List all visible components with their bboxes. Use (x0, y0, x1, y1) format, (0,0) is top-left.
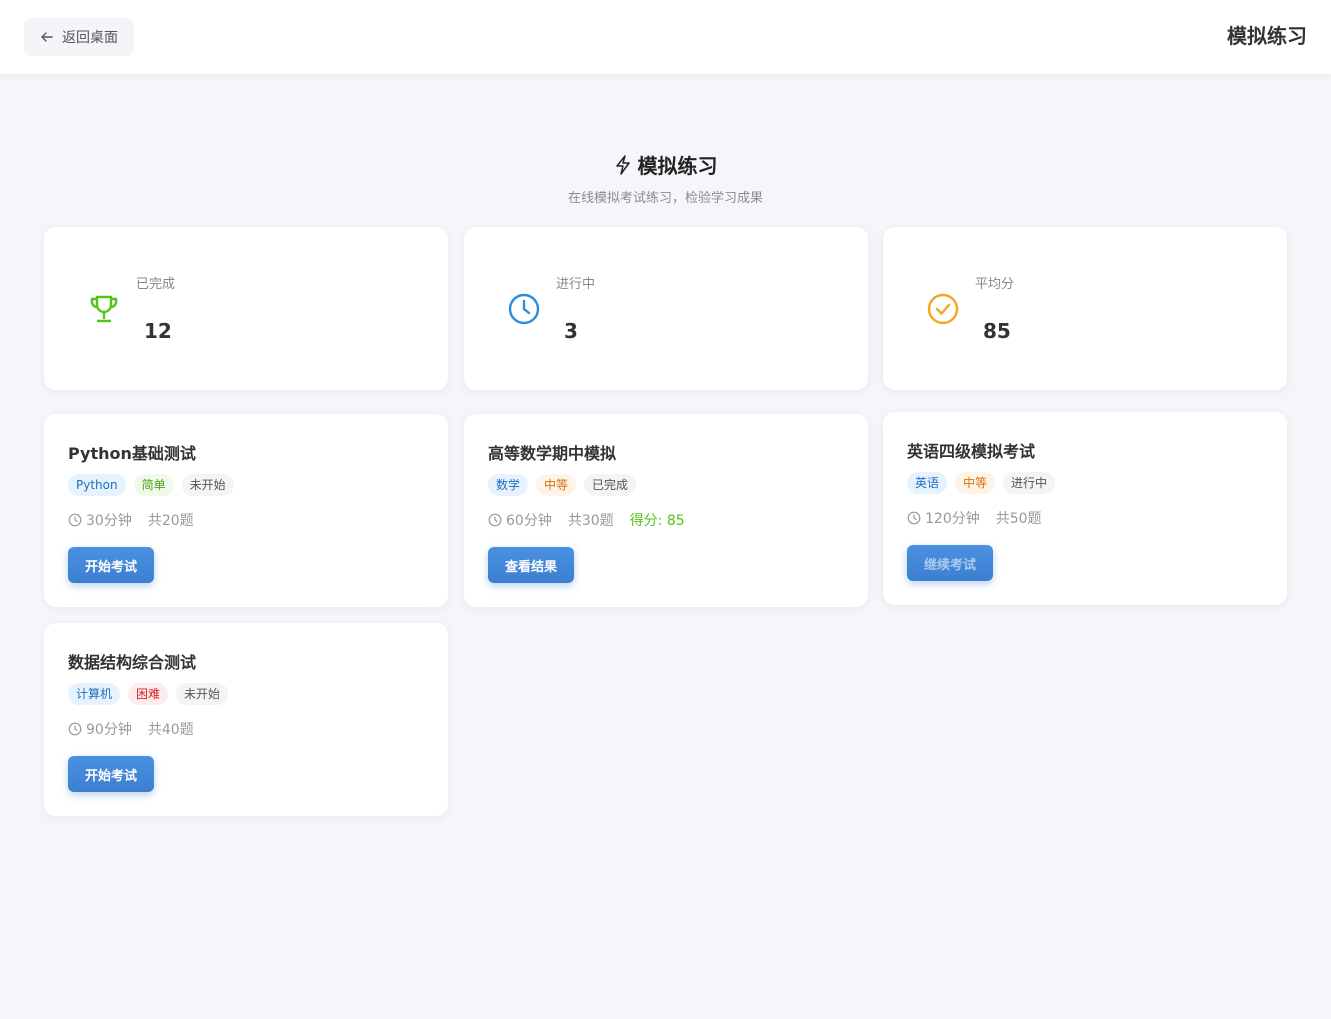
stat-value: 12 (144, 319, 172, 343)
arrow-left-icon (41, 32, 53, 42)
difficulty-tag: 简单 (133, 474, 174, 496)
difficulty-tag: 中等 (955, 472, 996, 494)
exam-card: 英语四级模拟考试 英语 中等 进行中 120分钟 共50题 继续考试 (883, 412, 1287, 605)
stat-value: 85 (983, 319, 1011, 343)
status-tag: 未开始 (176, 683, 229, 705)
page-title: 模拟练习 (637, 154, 718, 178)
exam-title: Python基础测试 (68, 444, 196, 463)
subject-tag: 英语 (907, 472, 948, 494)
exam-tags: 计算机 困难 未开始 (68, 683, 229, 705)
header-title: 模拟练习 (1227, 24, 1307, 48)
exam-card: 高等数学期中模拟 数学 中等 已完成 60分钟 共30题 得分: 85 查看结果 (464, 414, 868, 607)
exam-duration: 120分钟 (907, 508, 980, 528)
exam-meta: 60分钟 共30题 得分: 85 (488, 510, 685, 530)
exam-duration: 30分钟 (68, 510, 132, 530)
clock-icon (68, 513, 82, 527)
stat-value: 3 (564, 319, 578, 343)
page-subtitle: 在线模拟考试练习，检验学习成果 (567, 191, 763, 206)
duration-text: 120分钟 (925, 511, 980, 527)
subject-tag: 计算机 (68, 683, 121, 705)
exam-duration: 90分钟 (68, 719, 132, 739)
duration-text: 90分钟 (86, 722, 132, 738)
exam-meta: 30分钟 共20题 (68, 510, 194, 530)
stat-label: 已完成 (136, 277, 176, 292)
stat-card-in-progress: 进行中 3 (464, 227, 868, 390)
subject-tag: 数学 (488, 474, 529, 496)
page-title-row: 模拟练习 (614, 150, 718, 179)
exam-title: 高等数学期中模拟 (488, 444, 617, 463)
check-circle-icon (927, 293, 959, 325)
back-button-label: 返回桌面 (62, 30, 118, 46)
exam-card: 数据结构综合测试 计算机 困难 未开始 90分钟 共40题 开始考试 (44, 623, 448, 816)
exam-meta: 90分钟 共40题 (68, 719, 194, 739)
exam-title: 英语四级模拟考试 (907, 442, 1036, 461)
question-count: 共50题 (995, 511, 1042, 527)
stat-label: 进行中 (556, 277, 596, 292)
clock-icon (488, 513, 502, 527)
exam-tags: Python 简单 未开始 (68, 474, 234, 496)
subject-tag: Python (68, 474, 126, 496)
status-tag: 已完成 (584, 474, 637, 496)
difficulty-tag: 困难 (128, 683, 169, 705)
difficulty-tag: 中等 (536, 474, 577, 496)
question-count: 共20题 (147, 513, 194, 529)
question-count: 共40题 (147, 722, 194, 738)
trophy-icon (90, 295, 118, 323)
lightning-icon (615, 154, 630, 175)
page-header: 模拟练习 在线模拟考试练习，检验学习成果 (0, 150, 1331, 206)
exam-meta: 120分钟 共50题 (907, 508, 1042, 528)
continue-exam-button[interactable]: 继续考试 (907, 545, 993, 581)
question-count: 共30题 (567, 513, 614, 529)
duration-text: 60分钟 (506, 513, 552, 529)
view-result-button[interactable]: 查看结果 (488, 547, 574, 583)
duration-text: 30分钟 (86, 513, 132, 529)
exam-card: Python基础测试 Python 简单 未开始 30分钟 共20题 开始考试 (44, 414, 448, 607)
stat-card-completed: 已完成 12 (44, 227, 448, 390)
exam-tags: 英语 中等 进行中 (907, 472, 1056, 494)
start-exam-button[interactable]: 开始考试 (68, 547, 154, 583)
clock-icon (508, 293, 540, 325)
exam-tags: 数学 中等 已完成 (488, 474, 637, 496)
clock-icon (907, 511, 921, 525)
stat-label: 平均分 (975, 277, 1015, 292)
exam-title: 数据结构综合测试 (68, 653, 197, 672)
stat-card-average: 平均分 85 (883, 227, 1287, 390)
exam-score: 得分: 85 (629, 513, 685, 529)
clock-icon (68, 722, 82, 736)
top-bar: 返回桌面 模拟练习 (0, 0, 1331, 74)
back-to-desktop-button[interactable]: 返回桌面 (24, 18, 134, 56)
exam-duration: 60分钟 (488, 510, 552, 530)
start-exam-button[interactable]: 开始考试 (68, 756, 154, 792)
status-tag: 未开始 (181, 474, 234, 496)
status-tag: 进行中 (1003, 472, 1056, 494)
